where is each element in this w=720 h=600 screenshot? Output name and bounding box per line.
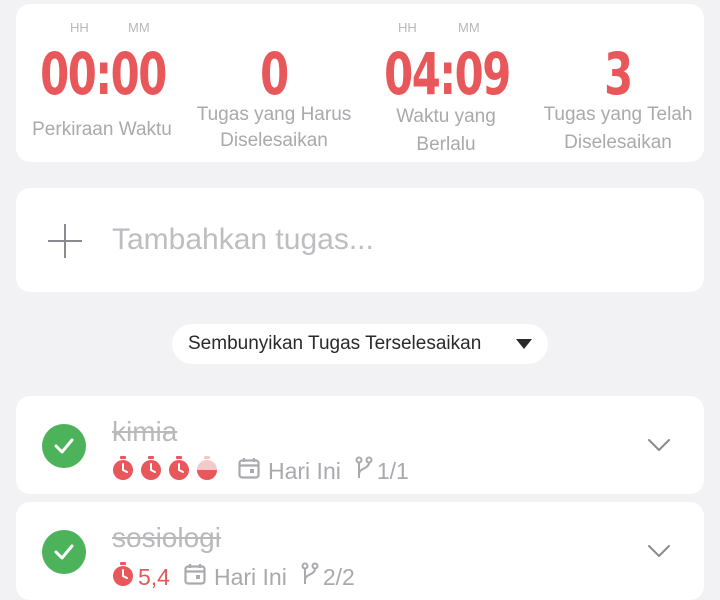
task-meta: 5,4 Hari Ini 2/2 (112, 562, 355, 592)
timer-icon (112, 456, 134, 486)
timer-icon (112, 562, 134, 592)
stat-label-line2: Diselesaikan (220, 130, 328, 151)
chevron-down-icon[interactable] (648, 544, 670, 558)
stat-label-line2: Diselesaikan (564, 132, 672, 153)
pomodoro-count: 5,4 (138, 563, 170, 590)
stat-value: 04:09 (384, 40, 511, 108)
timer-icon-pending (196, 456, 218, 486)
toggle-label: Sembunyikan Tugas Terselesaikan (188, 333, 482, 354)
unit-hours: HH (398, 20, 417, 35)
task-title: sosiologi (112, 522, 221, 553)
task-item[interactable]: sosiologi 5,4 Hari Ini 2/2 (16, 502, 704, 600)
task-subtasks: 2/2 (322, 563, 355, 590)
check-icon[interactable] (42, 424, 86, 468)
stat-elapsed-time: HH MM 04:09 Waktu yang Berlalu (360, 4, 532, 162)
check-icon[interactable] (42, 530, 86, 574)
task-item[interactable]: kimia Hari Ini 1/1 (16, 396, 704, 494)
caret-down-icon (516, 339, 532, 349)
calendar-icon (184, 563, 206, 591)
subtask-icon (301, 562, 319, 592)
task-title: kimia (112, 416, 178, 447)
add-task-card[interactable] (16, 188, 704, 292)
stat-label: Perkiraan Waktu (32, 119, 172, 140)
unit-hours: HH (70, 20, 89, 35)
stat-label-line1: Waktu yang (396, 106, 496, 127)
timer-icon (140, 456, 162, 486)
stat-label-line2: Berlalu (416, 134, 476, 155)
task-subtasks: 1/1 (376, 457, 409, 484)
stat-tasks-to-complete: 0 Tugas yang Harus Diselesaikan (188, 4, 360, 162)
stat-estimated-time: HH MM 00:00 Perkiraan Waktu (16, 4, 188, 162)
add-task-input[interactable] (112, 218, 672, 262)
stat-value: 3 (604, 40, 633, 108)
unit-minutes: MM (458, 20, 480, 35)
subtask-icon (355, 456, 373, 486)
stat-value: 0 (260, 40, 289, 108)
task-meta: Hari Ini 1/1 (112, 456, 409, 486)
unit-minutes: MM (128, 20, 150, 35)
stat-label-line1: Tugas yang Telah (543, 104, 693, 125)
stat-tasks-completed: 3 Tugas yang Telah Diselesaikan (532, 4, 704, 162)
stats-card: HH MM 00:00 Perkiraan Waktu 0 Tugas yang… (16, 4, 704, 162)
task-due: Hari Ini (213, 563, 287, 590)
stat-value: 00:00 (40, 40, 167, 108)
task-due: Hari Ini (268, 457, 341, 484)
stat-label-line1: Tugas yang Harus (196, 104, 352, 125)
timer-icon (168, 456, 190, 486)
plus-icon[interactable] (48, 224, 82, 258)
hide-completed-toggle[interactable]: Sembunyikan Tugas Terselesaikan (172, 324, 548, 364)
calendar-icon (238, 457, 260, 485)
chevron-down-icon[interactable] (648, 438, 670, 452)
